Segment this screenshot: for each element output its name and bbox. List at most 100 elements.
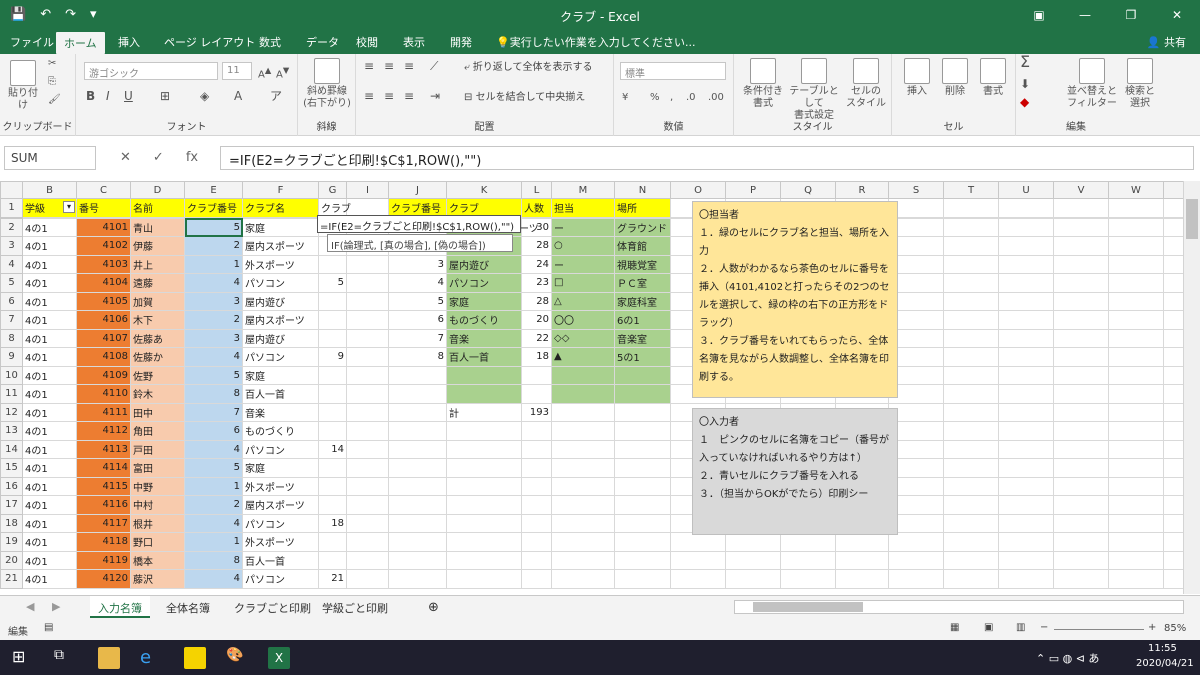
cell[interactable] xyxy=(521,384,552,404)
cell[interactable]: 外スポーツ xyxy=(242,476,319,496)
cell[interactable] xyxy=(725,532,781,552)
cell[interactable] xyxy=(1108,402,1164,422)
wrap-text-button[interactable]: ⤶ 折り返して全体を表示する xyxy=(464,62,593,74)
cell[interactable]: 家庭 xyxy=(446,291,522,311)
cell[interactable] xyxy=(346,495,389,515)
cell[interactable] xyxy=(388,476,447,496)
cell[interactable] xyxy=(998,384,1054,404)
cell[interactable] xyxy=(943,310,999,330)
row-header[interactable]: 4 xyxy=(0,254,23,274)
cell[interactable] xyxy=(998,365,1054,385)
row-header[interactable]: 2 xyxy=(0,217,23,237)
cell[interactable]: 5 xyxy=(318,273,347,293)
col-header[interactable]: S xyxy=(888,181,944,199)
cell[interactable] xyxy=(1053,384,1109,404)
cell[interactable]: 23 xyxy=(521,273,552,293)
cell[interactable] xyxy=(1053,236,1109,256)
borders-icon[interactable]: ⊞ xyxy=(160,90,170,102)
copy-icon[interactable]: ⎘ xyxy=(48,76,56,88)
worksheet-grid[interactable]: B C D E F G I J K L M N O P Q R S T U V … xyxy=(0,181,1183,594)
cell[interactable]: 場所 xyxy=(614,198,671,218)
cell[interactable] xyxy=(1163,550,1183,570)
cell[interactable]: 4の1 xyxy=(22,365,77,385)
formula-input[interactable]: =IF(E2=クラブごと印刷!$C$1,ROW(),"") xyxy=(220,146,1194,170)
cell[interactable]: 戸田 xyxy=(130,439,185,459)
ribbon-display-icon[interactable]: ▣ xyxy=(1016,0,1062,30)
cell[interactable] xyxy=(998,328,1054,348)
sheet-tab[interactable]: クラブごと印刷 xyxy=(226,596,319,618)
cell[interactable] xyxy=(1108,421,1164,441)
cell[interactable]: 28 xyxy=(521,291,552,311)
tab-developer[interactable]: 開発 xyxy=(450,34,472,50)
col-header[interactable]: Q xyxy=(780,181,836,199)
minimize-button[interactable]: — xyxy=(1062,0,1108,30)
cell[interactable]: 百人一首 xyxy=(242,550,319,570)
cell[interactable] xyxy=(1163,273,1183,293)
row-header[interactable]: 1 xyxy=(0,198,23,218)
cell[interactable]: 21 xyxy=(318,569,347,589)
cell[interactable]: □ xyxy=(551,273,615,293)
cell[interactable] xyxy=(943,458,999,478)
cell[interactable]: ○ xyxy=(551,236,615,256)
share-button[interactable]: 👤 共有 xyxy=(1147,34,1186,50)
cell[interactable] xyxy=(1053,254,1109,274)
increase-decimal-icon[interactable]: .0 xyxy=(686,92,696,104)
cell[interactable] xyxy=(446,550,522,570)
col-header[interactable]: P xyxy=(725,181,781,199)
cell[interactable] xyxy=(1163,347,1183,367)
cell[interactable] xyxy=(346,328,389,348)
col-header[interactable]: D xyxy=(130,181,185,199)
cell[interactable]: 5 xyxy=(184,458,243,478)
cell[interactable]: 4120 xyxy=(76,569,131,589)
cell[interactable]: 30 xyxy=(521,217,552,237)
vertical-scrollbar[interactable] xyxy=(1183,181,1200,594)
cell[interactable]: 屋内遊び xyxy=(242,291,319,311)
cell[interactable]: 4 xyxy=(184,347,243,367)
in-cell-editor[interactable]: =IF(E2=クラブごと印刷!$C$1,ROW(),"") xyxy=(317,215,521,233)
row-header[interactable]: 8 xyxy=(0,328,23,348)
cell[interactable] xyxy=(1108,254,1164,274)
cell[interactable] xyxy=(388,458,447,478)
zoom-slider[interactable] xyxy=(1054,629,1144,630)
cell[interactable] xyxy=(1108,532,1164,552)
cell[interactable]: 6 xyxy=(388,310,447,330)
cell[interactable]: 中村 xyxy=(130,495,185,515)
cell[interactable] xyxy=(318,384,347,404)
format-cells-button[interactable]: 書式 xyxy=(976,58,1010,98)
cell[interactable]: 18 xyxy=(318,513,347,533)
cell[interactable] xyxy=(943,532,999,552)
cell[interactable] xyxy=(318,310,347,330)
row-header[interactable]: 5 xyxy=(0,273,23,293)
cell[interactable] xyxy=(551,569,615,589)
cell[interactable] xyxy=(346,310,389,330)
macro-record-icon[interactable]: ▤ xyxy=(44,622,53,633)
cell[interactable] xyxy=(943,439,999,459)
cell[interactable]: 外スポーツ xyxy=(242,254,319,274)
tray-icons[interactable]: ⌃ ▭ ◍ ⊲ あ xyxy=(1036,650,1099,666)
clock-date[interactable]: 2020/04/21 xyxy=(1136,658,1194,669)
cell[interactable] xyxy=(521,476,552,496)
page-break-view-icon[interactable]: ▥ xyxy=(1016,622,1025,633)
cell[interactable] xyxy=(725,550,781,570)
cell[interactable]: 28 xyxy=(521,236,552,256)
sort-filter-button[interactable]: 並べ替えと フィルター xyxy=(1064,58,1120,110)
cell[interactable]: 4109 xyxy=(76,365,131,385)
cell[interactable] xyxy=(551,439,615,459)
tab-insert[interactable]: 挿入 xyxy=(118,34,140,50)
cell[interactable] xyxy=(318,254,347,274)
cell[interactable] xyxy=(388,550,447,570)
cell[interactable]: 音楽室 xyxy=(614,328,671,348)
cell[interactable] xyxy=(346,402,389,422)
cell[interactable]: 藤沢 xyxy=(130,569,185,589)
cell[interactable] xyxy=(1163,476,1183,496)
cell[interactable] xyxy=(551,513,615,533)
filter-dropdown-icon[interactable]: ▾ xyxy=(63,201,75,213)
col-header[interactable]: I xyxy=(346,181,389,199)
cell[interactable] xyxy=(346,421,389,441)
cell[interactable] xyxy=(1163,254,1183,274)
cell[interactable]: 鈴木 xyxy=(130,384,185,404)
cell[interactable]: 4110 xyxy=(76,384,131,404)
cell[interactable] xyxy=(318,421,347,441)
cell[interactable]: 193 xyxy=(521,402,552,422)
clear-icon[interactable]: ◆ xyxy=(1020,96,1029,108)
